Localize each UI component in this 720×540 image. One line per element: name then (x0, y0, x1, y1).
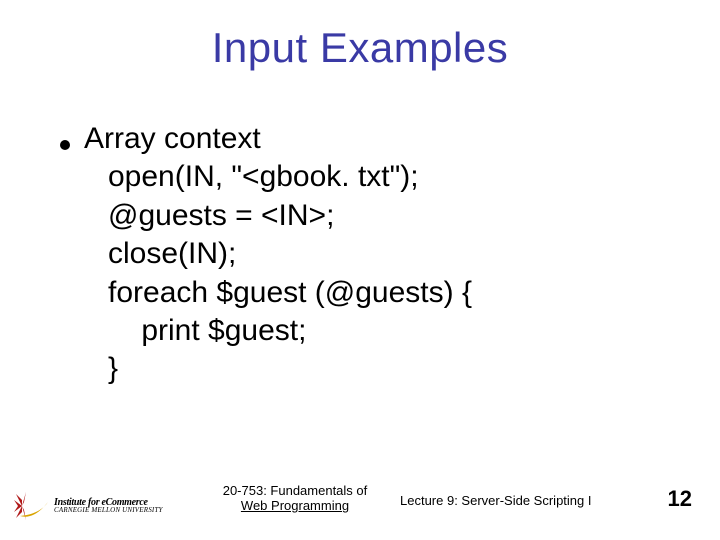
institute-logo: Institute for eCommerce CARNEGIE MELLON … (14, 486, 214, 526)
course-label: 20-753: Fundamentals of Web Programming (210, 483, 380, 514)
logo-text: Institute for eCommerce CARNEGIE MELLON … (54, 498, 163, 513)
code-block: open(IN, "<gbook. txt"); @guests = <IN>;… (108, 158, 680, 388)
logo-mark-icon (14, 490, 50, 522)
course-line2: Web Programming (241, 498, 349, 513)
bullet-item: Array context (60, 120, 680, 158)
logo-line2: CARNEGIE MELLON UNIVERSITY (54, 507, 163, 513)
slide: Input Examples Array context open(IN, "<… (0, 0, 720, 540)
course-line1: 20-753: Fundamentals of (223, 483, 368, 498)
footer: Institute for eCommerce CARNEGIE MELLON … (0, 476, 720, 520)
page-number: 12 (668, 486, 692, 512)
slide-body: Array context open(IN, "<gbook. txt"); @… (60, 120, 680, 389)
bullet-dot-icon (60, 140, 70, 150)
lecture-label: Lecture 9: Server-Side Scripting I (400, 493, 591, 508)
slide-title: Input Examples (0, 24, 720, 72)
bullet-text: Array context (84, 120, 261, 158)
